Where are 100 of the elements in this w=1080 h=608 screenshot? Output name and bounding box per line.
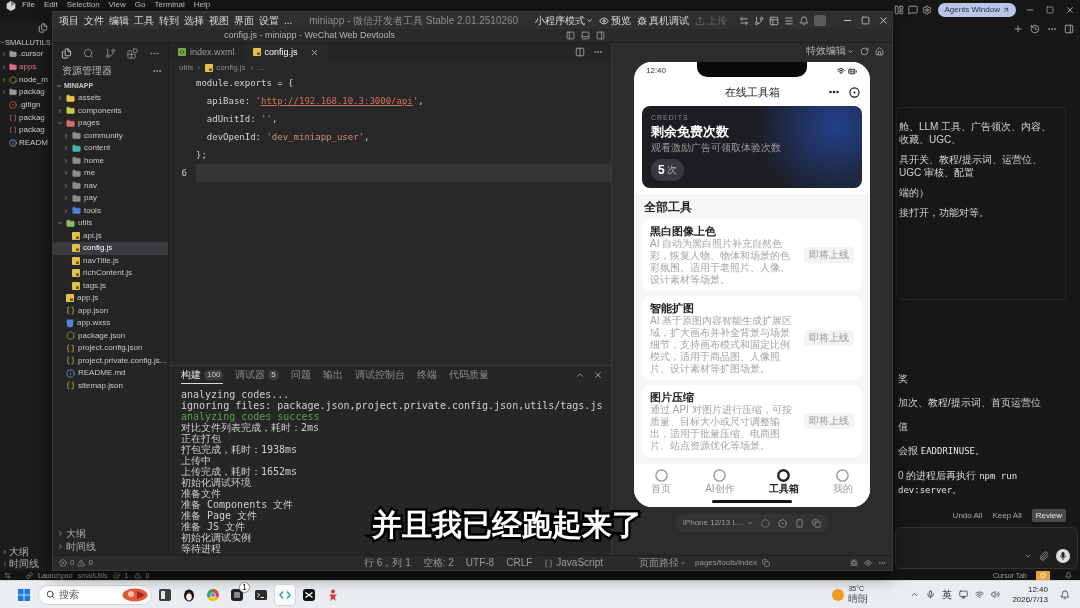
phone-icon[interactable]: [794, 518, 804, 528]
menu-item[interactable]: 设置: [259, 14, 279, 27]
link-icon[interactable]: [26, 572, 33, 579]
file-tree-item[interactable]: components: [53, 104, 168, 117]
breadcrumb-item[interactable]: utils: [179, 62, 194, 73]
bell-icon[interactable]: [799, 15, 809, 26]
menu-item[interactable]: Go: [134, 0, 146, 10]
bug-icon[interactable]: [850, 559, 858, 567]
taskbar-app[interactable]: 1: [226, 583, 248, 606]
file-tree-item[interactable]: nav: [53, 179, 168, 192]
panel-tab[interactable]: 代码质量: [448, 366, 489, 384]
branch-icon[interactable]: [105, 47, 116, 59]
mode-dropdown[interactable]: 小程序模式: [535, 14, 593, 27]
file-tree-item[interactable]: packag: [0, 86, 45, 99]
menu-item[interactable]: 项目: [59, 14, 79, 27]
panel-right-icon[interactable]: [1064, 24, 1074, 34]
file-tree-item[interactable]: community: [53, 129, 168, 142]
file-tree-item[interactable]: pay: [53, 192, 168, 205]
file-tree-item[interactable]: pages: [53, 117, 168, 130]
menu-item[interactable]: 编辑: [109, 14, 129, 27]
record-icon[interactable]: [777, 518, 787, 528]
file-tree-item[interactable]: .cursor: [0, 48, 44, 61]
history-icon[interactable]: [1030, 24, 1040, 34]
chevron-up-icon[interactable]: [910, 590, 920, 599]
review-action[interactable]: Keep All: [992, 509, 1022, 522]
layout-icon[interactable]: [894, 5, 905, 15]
file-tree-item[interactable]: tags.js: [53, 279, 168, 292]
status-item[interactable]: CRLF: [506, 557, 533, 569]
bell-icon[interactable]: [1065, 572, 1072, 579]
panel-tab[interactable]: 构建 100: [181, 366, 224, 384]
menu-item[interactable]: Help: [193, 0, 211, 10]
close-icon[interactable]: [593, 370, 603, 380]
panel-tab[interactable]: 调试控制台: [354, 366, 405, 384]
section-header[interactable]: 时间线: [0, 558, 39, 570]
search-field[interactable]: 搜索: [38, 584, 152, 605]
file-tree-item[interactable]: package.json: [53, 329, 168, 342]
close-icon[interactable]: [1065, 5, 1075, 15]
section-header[interactable]: 大纲: [0, 546, 29, 558]
file-tree-item[interactable]: apps: [0, 60, 37, 74]
file-tree-item[interactable]: home: [53, 154, 168, 167]
menu-item[interactable]: 界面: [234, 14, 254, 27]
menu-item[interactable]: 文件: [84, 14, 104, 27]
menu-item[interactable]: 转到: [159, 14, 179, 27]
menu-item[interactable]: File: [22, 0, 35, 10]
files-icon[interactable]: [38, 23, 48, 33]
breadcrumb-item[interactable]: ...: [257, 62, 265, 73]
maximize-icon[interactable]: [860, 16, 870, 25]
status-item[interactable]: 行 6，列 1: [364, 557, 411, 569]
paperclip-icon[interactable]: [1039, 551, 1049, 561]
file-tree-item[interactable]: node_m: [0, 73, 48, 87]
settings-icon[interactable]: [922, 5, 933, 15]
file-tree-item[interactable]: utils: [53, 217, 168, 230]
menu-icon[interactable]: [784, 15, 794, 26]
file-tree-item[interactable]: packag: [0, 124, 45, 137]
split-editor-icon[interactable]: [575, 47, 585, 57]
file-tree-item[interactable]: app.wxss: [53, 317, 168, 330]
file-tree-item[interactable]: sitemap.json: [53, 379, 168, 392]
swap-arrows-icon[interactable]: [4, 572, 11, 579]
files-icon[interactable]: [61, 47, 73, 59]
review-action[interactable]: Review: [1031, 509, 1066, 522]
path-dropdown[interactable]: 页面路径: [639, 557, 686, 569]
file-tree-item[interactable]: READM: [0, 136, 48, 150]
close-icon[interactable]: [309, 47, 319, 57]
panel-tab[interactable]: 输出: [322, 366, 343, 384]
maximize-icon[interactable]: [1046, 6, 1054, 14]
eye-icon[interactable]: [864, 559, 872, 567]
file-tree-item[interactable]: app.json: [53, 304, 168, 317]
file-tree-item[interactable]: richContent.js: [53, 267, 168, 280]
menu-item[interactable]: Selection: [66, 0, 100, 10]
breadcrumb-item[interactable]: config.js: [216, 62, 246, 73]
file-tree-item[interactable]: me: [53, 167, 168, 180]
chat-input-field[interactable]: [895, 527, 1078, 569]
chevron-up-icon[interactable]: [575, 370, 585, 380]
volume-icon[interactable]: [991, 590, 1001, 599]
status-item[interactable]: JavaScript: [556, 557, 603, 569]
section-header[interactable]: 大纲: [53, 527, 86, 540]
file-tree-item[interactable]: README.md: [53, 367, 168, 380]
file-tree-item[interactable]: content: [53, 142, 168, 155]
menu-item[interactable]: 视图: [209, 14, 229, 27]
review-action[interactable]: Undo All: [952, 509, 983, 522]
close-icon[interactable]: [877, 15, 889, 26]
menu-item[interactable]: Terminal: [154, 0, 185, 10]
panel-tab[interactable]: 问题: [290, 366, 311, 384]
menu-item[interactable]: Edit: [43, 0, 58, 10]
file-tree-item[interactable]: project.private.config.js...: [53, 354, 168, 367]
file-tree-item[interactable]: app.js: [53, 292, 168, 305]
target-icon[interactable]: [849, 86, 860, 98]
panel-bottom-icon[interactable]: [581, 31, 590, 40]
panel-tab[interactable]: 终端: [416, 366, 437, 384]
plus-icon[interactable]: [1013, 24, 1023, 34]
panel-left-icon[interactable]: [566, 31, 575, 40]
status-item[interactable]: 空格: 2: [422, 557, 454, 569]
file-tree-item[interactable]: .gitign: [0, 98, 41, 112]
file-tree-item[interactable]: config.js: [53, 242, 168, 255]
bell-icon[interactable]: [1060, 589, 1070, 600]
search-icon[interactable]: [83, 47, 95, 59]
panel-right-icon[interactable]: [596, 31, 605, 40]
blocks-icon[interactable]: [126, 47, 138, 59]
tab-bar-item[interactable]: 工具箱: [768, 469, 799, 495]
file-tree-item[interactable]: assets: [53, 92, 168, 105]
